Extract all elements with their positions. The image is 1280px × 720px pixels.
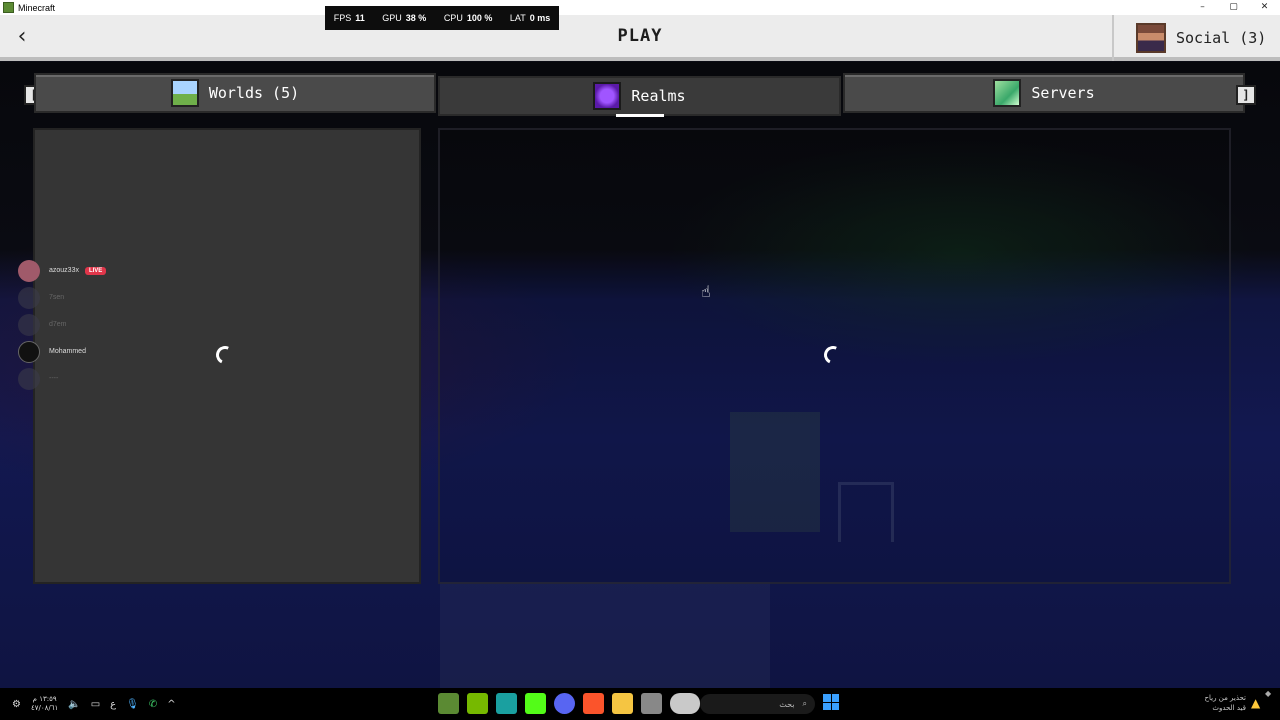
- avatar: [18, 286, 40, 309]
- weather-notice[interactable]: تحذير من رياح قيد الحدوث: [1150, 693, 1246, 713]
- window-controls: – ▢ ✕: [1187, 0, 1280, 15]
- window-title: Minecraft: [18, 2, 56, 13]
- voice-user-name: azouz33x: [49, 267, 79, 274]
- browser-icon[interactable]: [670, 693, 700, 714]
- tab-servers-label: Servers: [1031, 84, 1095, 102]
- windows-taskbar: ⚙ ١٣:٥٩ م ٤٧/٠٨/٦١ 🔈 ▭ ع 🎙 ✆ ^ بحث ⌕ تحذ…: [0, 688, 1280, 720]
- clock-time: ١٣:٥٩ م: [32, 695, 57, 703]
- search-icon: ⌕: [802, 699, 807, 708]
- tab-worlds-label: Worlds (5): [208, 84, 300, 102]
- kick-icon[interactable]: [525, 693, 546, 714]
- close-button[interactable]: ✕: [1249, 0, 1280, 15]
- tab-realms-label: Realms: [631, 87, 686, 105]
- social-button[interactable]: Social (3): [1112, 15, 1280, 61]
- avatar: [18, 259, 40, 282]
- file-explorer-icon[interactable]: [612, 693, 633, 714]
- discord-icon[interactable]: [554, 693, 575, 714]
- voice-user: ----: [18, 365, 158, 392]
- discord-icon: [18, 367, 40, 390]
- clock-date: ٤٧/٠٨/٦١: [30, 704, 59, 712]
- performance-overlay: FPS 11 GPU 38 % CPU 100 % LAT 0 ms: [325, 6, 559, 30]
- taskbar-search[interactable]: بحث ⌕: [700, 694, 815, 714]
- tab-realms[interactable]: Realms: [438, 76, 841, 116]
- volume-icon[interactable]: 🔈: [68, 699, 80, 710]
- friends-avatar-icon: [1136, 23, 1166, 53]
- grass-landscape-icon: [170, 79, 199, 107]
- latency-stat: LAT 0 ms: [509, 13, 551, 23]
- tab-worlds[interactable]: Worlds (5): [34, 73, 436, 113]
- right-bumper-hint: ]: [1236, 85, 1256, 105]
- chevron-left-icon: ‹: [17, 24, 27, 49]
- clock[interactable]: ١٣:٥٩ م ٤٧/٠٨/٦١: [31, 695, 58, 713]
- language-indicator[interactable]: ع: [110, 699, 116, 710]
- whatsapp-icon[interactable]: ✆: [149, 699, 157, 710]
- emerald-icon: [993, 79, 1022, 107]
- avatar: [18, 340, 40, 363]
- voice-user: d7em: [18, 311, 158, 338]
- app-window-icon[interactable]: [641, 693, 662, 714]
- minimize-button[interactable]: –: [1187, 0, 1218, 15]
- gpu-stat: GPU 38 %: [382, 13, 427, 23]
- app-icon[interactable]: [496, 693, 517, 714]
- notice-line2: قيد الحدوث: [1212, 704, 1246, 712]
- network-icon[interactable]: ▭: [91, 699, 100, 710]
- page-title: PLAY: [617, 26, 663, 46]
- voice-user: 7sen: [18, 284, 158, 311]
- notification-icon[interactable]: ◆: [1265, 689, 1271, 698]
- play-header: ‹ PLAY Social (3): [0, 15, 1280, 61]
- brave-icon[interactable]: [583, 693, 604, 714]
- voice-user-name: ----: [49, 375, 59, 382]
- notice-line1: تحذير من رياح: [1204, 694, 1246, 702]
- warning-icon: ▲: [1251, 696, 1261, 710]
- back-button[interactable]: ‹: [8, 23, 36, 51]
- minecraft-app-icon: [3, 2, 14, 13]
- hand-cursor-icon: ☝: [701, 282, 711, 301]
- fps-stat: FPS 11: [333, 13, 365, 23]
- minecraft-icon[interactable]: [438, 693, 459, 714]
- voice-user-name: Mohammed: [49, 348, 86, 355]
- realms-portal-icon: [593, 82, 622, 110]
- search-placeholder: بحث: [779, 699, 795, 709]
- voice-user: azouz33x LIVE: [18, 257, 158, 284]
- system-tray: ⚙ ١٣:٥٩ م ٤٧/٠٨/٦١ 🔈 ▭ ع 🎙 ✆ ^: [12, 688, 176, 720]
- social-label: Social (3): [1176, 29, 1267, 47]
- voice-chat-overlay: azouz33x LIVE 7sen d7em Mohammed ----: [18, 257, 158, 392]
- pinned-apps: [438, 693, 700, 714]
- voice-user: Mohammed: [18, 338, 158, 365]
- microphone-icon[interactable]: 🎙: [126, 699, 139, 710]
- selected-tab-indicator: [616, 114, 664, 117]
- live-badge: LIVE: [84, 266, 107, 275]
- voice-user-name: 7sen: [49, 294, 65, 301]
- cpu-stat: CPU 100 %: [443, 13, 493, 23]
- voice-user-name: d7em: [49, 321, 67, 328]
- nvidia-icon[interactable]: [467, 693, 488, 714]
- tab-servers[interactable]: Servers: [843, 73, 1245, 113]
- windows-start-icon[interactable]: [823, 694, 839, 710]
- window-titlebar: Minecraft – ▢ ✕: [0, 0, 1280, 15]
- avatar: [18, 313, 40, 336]
- settings-icon[interactable]: ⚙: [12, 699, 21, 710]
- maximize-button[interactable]: ▢: [1218, 0, 1249, 15]
- chevron-up-icon[interactable]: ^: [167, 699, 175, 710]
